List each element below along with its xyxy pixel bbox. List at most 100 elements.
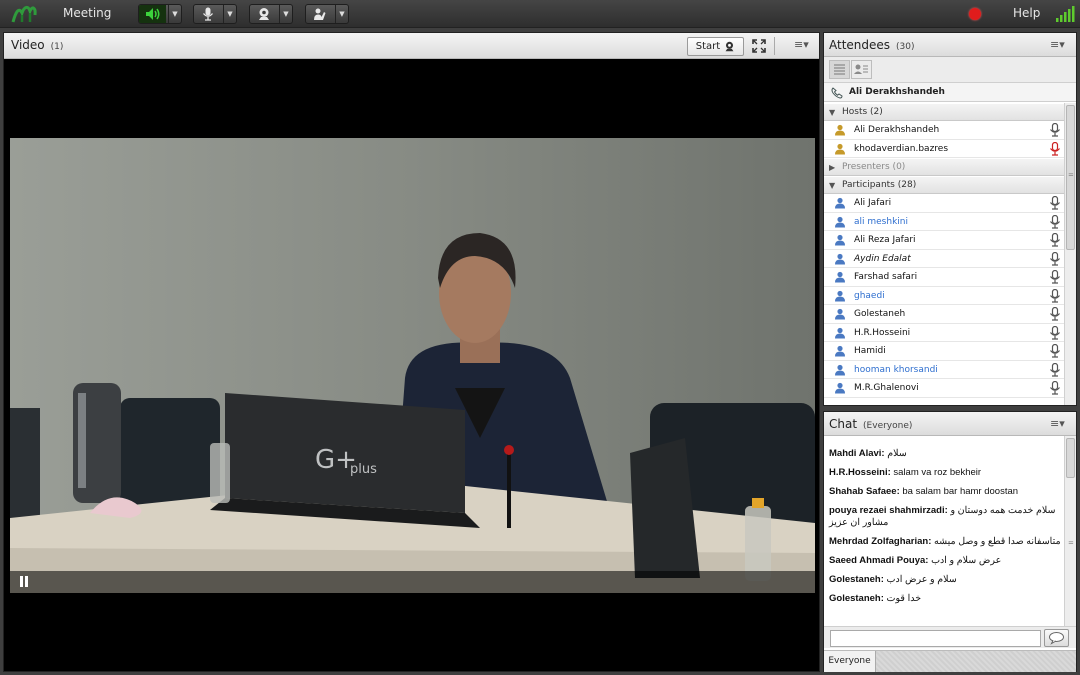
microphone-status-icon (1050, 344, 1060, 358)
attendee-row[interactable]: ali meshkini (824, 213, 1064, 231)
microphone-status-icon (1050, 307, 1060, 321)
chevron-down-icon[interactable]: ▼ (168, 5, 181, 23)
attendee-name: khodaverdian.bazres (854, 143, 949, 154)
user-card-icon (854, 64, 868, 74)
grip-icon: = (1068, 539, 1074, 547)
raise-hand-button[interactable]: ▼ (305, 4, 349, 24)
attendee-name: Ali Reza Jafari (854, 235, 916, 245)
chat-input[interactable] (830, 630, 1041, 647)
chat-messages: Mahdi Alavi: سلام H.R.Hosseini: salam va … (824, 436, 1064, 624)
attendee-row[interactable]: Ali Derakhshandeh (824, 121, 1064, 140)
chat-text: salam va roz bekheir (893, 467, 982, 478)
chat-text: متاسفانه صدا قطع و وصل میشه (934, 536, 1061, 547)
microphone-status-icon (1050, 251, 1060, 266)
group-hosts[interactable]: ▼ Hosts (2) (824, 103, 1064, 121)
start-label: Start (695, 41, 721, 52)
user-icon (835, 197, 845, 209)
attendee-row[interactable]: Aydin Edalat (824, 250, 1064, 268)
chat-text: ba salam bar hamr doostan (902, 486, 1019, 497)
microphone-status-icon (1050, 288, 1060, 303)
user-icon (835, 308, 845, 320)
chevron-down-icon[interactable]: ▼ (223, 5, 236, 23)
user-icon (835, 271, 845, 283)
start-webcam-button[interactable]: Start (687, 37, 744, 56)
microphone-status-icon (1050, 141, 1060, 156)
chat-sender: Mahdi Alavi: (829, 448, 885, 459)
attendee-name: Farshad safari (854, 272, 918, 282)
attendee-row[interactable]: Golestaneh (824, 305, 1064, 324)
user-icon (835, 216, 845, 227)
microphone-status-icon (1050, 381, 1060, 395)
speaker-icon (139, 5, 166, 23)
attendees-count: (30) (896, 42, 915, 52)
chat-message: Golestaneh: سلام و عرض ادب (829, 574, 1064, 586)
chat-text: سلام (887, 448, 907, 459)
microphone-status-icon (1050, 362, 1060, 377)
microphone-status-icon (1050, 214, 1060, 229)
microphone-status-icon (1050, 325, 1060, 340)
chat-input-bar (824, 626, 1076, 648)
attendee-name: ali meshkini (854, 216, 908, 227)
chat-sender: Mehrdad Zolfagharian: (829, 536, 932, 547)
speaker-button[interactable]: ▼ (138, 4, 182, 24)
record-dot[interactable] (969, 8, 981, 20)
pod-options-menu-icon[interactable]: ≡▾ (1050, 417, 1065, 430)
fullscreen-icon[interactable] (752, 39, 766, 53)
adobe-connect-logo (11, 5, 37, 23)
user-icon (835, 143, 845, 154)
attendee-name: Hamidi (854, 346, 886, 356)
webcam-feed-image: G+ plus (10, 138, 815, 593)
attendee-row[interactable]: khodaverdian.bazres (824, 140, 1064, 158)
menu-meeting[interactable]: Meeting (63, 6, 111, 20)
chevron-down-icon[interactable]: ▼ (279, 5, 292, 23)
chat-scrollbar[interactable]: = (1064, 436, 1076, 626)
group-participants[interactable]: ▼ Participants (28) (824, 176, 1064, 194)
attendee-row[interactable]: Hamidi (824, 342, 1064, 361)
triangle-down-icon: ▼ (829, 181, 836, 190)
video-pod-header: Video (1) Start ≡▾ (4, 33, 819, 59)
user-icon (835, 327, 845, 338)
attendee-row[interactable]: Farshad safari (824, 268, 1064, 287)
webcam-icon (250, 5, 277, 23)
send-message-button[interactable] (1044, 629, 1069, 647)
attendee-row[interactable]: ghaedi (824, 287, 1064, 305)
pause-icon[interactable] (19, 576, 29, 587)
attendee-row[interactable]: Ali Reza Jafari (824, 231, 1064, 250)
attendee-row[interactable]: Ali Jafari (824, 194, 1064, 213)
scrollbar-thumb[interactable] (1066, 438, 1075, 478)
chat-sender: pouya rezaei shahmirzadi: (829, 505, 948, 516)
attendee-row[interactable]: M.R.Ghalenovi (824, 379, 1064, 398)
menu-help[interactable]: Help (1013, 6, 1040, 20)
attendee-name: H.R.Hosseini (854, 327, 911, 338)
video-stream: G+ plus (10, 138, 815, 593)
user-icon (835, 364, 845, 375)
video-pod: Video (1) Start ≡▾ G+ plus (3, 32, 820, 672)
chat-sender: Golestaneh: (829, 593, 884, 604)
group-presenters[interactable]: ▶ Presenters (0) (824, 158, 1064, 176)
microphone-button[interactable]: ▼ (193, 4, 237, 24)
pod-title: Chat (Everyone) (829, 417, 913, 431)
tab-everyone[interactable]: Everyone (824, 651, 876, 672)
attendee-row[interactable]: hooman khorsandi (824, 361, 1064, 379)
microphone-status-icon (1050, 233, 1060, 247)
attendee-name: ghaedi (854, 290, 885, 301)
group-label: Participants (28) (842, 180, 917, 190)
status-view-button[interactable] (851, 60, 872, 79)
pod-options-menu-icon[interactable]: ≡▾ (1050, 38, 1065, 51)
signal-bars-icon (1056, 6, 1075, 22)
triangle-down-icon: ▼ (829, 108, 836, 117)
attendee-row[interactable]: H.R.Hosseini (824, 324, 1064, 342)
attendee-name: hooman khorsandi (854, 364, 938, 375)
attendee-list: ▼ Hosts (2) Ali Derakhshandeh khodaverdian… (824, 103, 1064, 405)
list-view-button[interactable] (829, 60, 850, 79)
attendee-name: Ali Derakhshandeh (854, 125, 940, 135)
pod-options-menu-icon[interactable]: ≡▾ (794, 38, 809, 51)
microphone-status-icon (1050, 196, 1060, 210)
chevron-down-icon[interactable]: ▼ (335, 5, 348, 23)
attendee-scrollbar[interactable]: = (1064, 103, 1076, 405)
phone-icon (831, 87, 843, 99)
user-icon (835, 253, 845, 264)
webcam-button[interactable]: ▼ (249, 4, 293, 24)
attendee-name: Golestaneh (854, 309, 906, 319)
pod-title: Attendees (30) (829, 38, 915, 52)
